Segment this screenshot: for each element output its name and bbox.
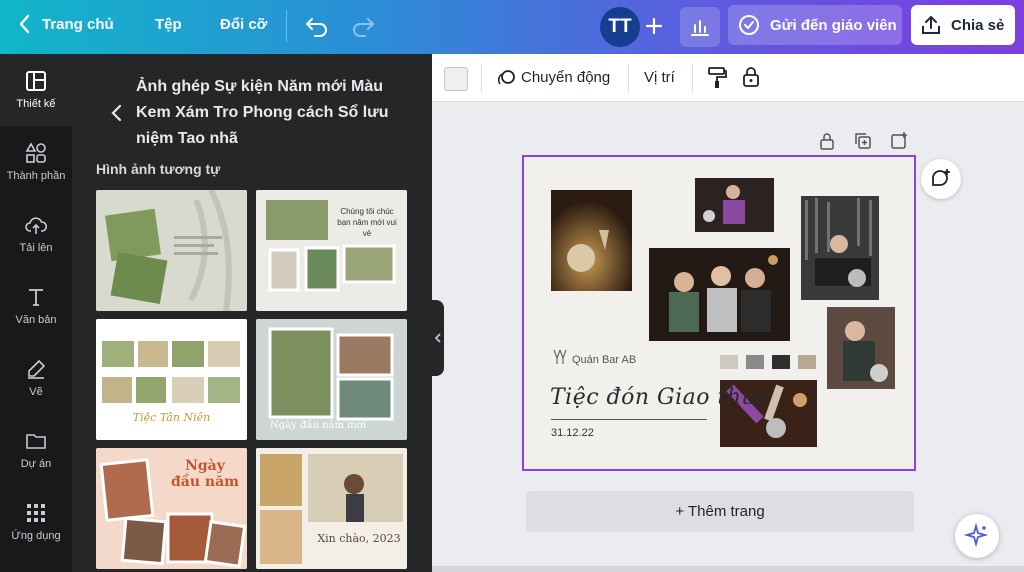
- photo-art: [827, 307, 895, 389]
- template-thumb[interactable]: Chúng tôi chúc bạn năm mới vui vẻ: [256, 190, 407, 311]
- rail-item-apps[interactable]: Ứng dụng: [0, 486, 72, 558]
- rail-label: Ứng dụng: [11, 530, 61, 542]
- home-label: Trang chủ: [42, 15, 114, 33]
- template-thumb[interactable]: Ngày đầu năm mới: [256, 319, 407, 440]
- home-button[interactable]: Trang chủ: [18, 14, 114, 34]
- thumb-caption: Chúng tôi chúc bạn năm mới vui vẻ: [337, 207, 397, 238]
- template-thumb[interactable]: [96, 190, 247, 311]
- rail-label: Thành phần: [6, 170, 66, 182]
- rail-label: Văn bản: [15, 314, 57, 326]
- photo-woman-glitter[interactable]: [801, 196, 879, 300]
- bar-chart-icon: [691, 20, 709, 36]
- add-page-button[interactable]: + Thêm trang: [526, 491, 914, 532]
- duplicate-page-icon[interactable]: [853, 131, 873, 151]
- rail-item-draw[interactable]: Vẽ: [0, 342, 72, 414]
- file-menu[interactable]: Tệp: [155, 16, 182, 33]
- photo-art: [551, 190, 632, 291]
- photo-art: [695, 178, 774, 232]
- photo-art: [649, 248, 790, 341]
- palette-swatch: [746, 355, 764, 369]
- animate-icon: [497, 70, 515, 85]
- background-color-swatch[interactable]: [444, 67, 468, 91]
- thumb-art: [96, 190, 247, 311]
- rail-label: Thiết kế: [16, 98, 56, 110]
- thumb-caption: Tiệc Tân Niên: [132, 411, 211, 424]
- animate-button[interactable]: Chuyển động: [521, 69, 610, 86]
- template-thumb[interactable]: Xin chào, 2023: [256, 448, 407, 569]
- topbar-divider: [286, 10, 287, 42]
- add-comment-button[interactable]: [921, 159, 961, 199]
- rail-item-uploads[interactable]: Tải lên: [0, 198, 72, 270]
- comment-plus-icon: [932, 169, 950, 186]
- thumb-art: [256, 448, 407, 569]
- avatar[interactable]: TT: [600, 7, 640, 47]
- rail-item-elements[interactable]: Thành phần: [0, 126, 72, 198]
- design-page[interactable]: Quán Bar AB Tiệc đón Giao thừa 31.12.22: [522, 155, 916, 471]
- thumb-caption: Ngày đầu năm: [171, 458, 239, 490]
- event-date[interactable]: 31.12.22: [551, 427, 594, 439]
- rail-label: Tải lên: [19, 242, 53, 254]
- rail-label: Dự án: [20, 458, 52, 470]
- toolbar-divider: [628, 64, 629, 92]
- folder-icon: [26, 434, 46, 449]
- top-bar: Trang chủ Tệp Đổi cỡ TT Gửi đến giáo viê…: [0, 0, 1024, 54]
- photo-disco-ball[interactable]: [551, 190, 632, 291]
- chevron-left-icon: [19, 14, 30, 34]
- lock-icon[interactable]: [741, 65, 761, 89]
- left-rail: Thiết kế Thành phần Tải lên Văn bản Vẽ D…: [0, 54, 72, 572]
- template-title: Ảnh ghép Sự kiện Năm mới Màu Kem Xám Tro…: [136, 78, 389, 147]
- cloud-upload-icon: [25, 217, 47, 234]
- magic-assistant-button[interactable]: [955, 514, 999, 558]
- rail-label: Vẽ: [29, 386, 43, 398]
- send-label: Gửi đến giáo viên: [770, 16, 897, 34]
- layout-icon: [26, 71, 46, 91]
- upload-icon: [922, 15, 940, 34]
- invite-button[interactable]: [640, 12, 668, 40]
- position-button[interactable]: Vị trí: [644, 69, 675, 86]
- event-title[interactable]: Tiệc đón Giao thừa: [550, 385, 770, 410]
- palette-swatch: [798, 355, 816, 369]
- rail-item-design[interactable]: Thiết kế: [0, 54, 72, 126]
- toolbar-divider: [692, 64, 693, 92]
- resize-button[interactable]: Đổi cỡ: [220, 16, 267, 33]
- section-label: Hình ảnh tương tự: [96, 161, 221, 177]
- venue-name[interactable]: Quán Bar AB: [572, 354, 636, 366]
- plus-icon: [646, 18, 662, 34]
- lock-page-icon[interactable]: [817, 131, 837, 151]
- thumb-caption: Ngày đầu năm mới: [270, 420, 366, 431]
- template-thumb[interactable]: Tiệc Tân Niên: [96, 319, 247, 440]
- photo-woman-sitting[interactable]: [695, 178, 774, 232]
- scrollbar-track[interactable]: [432, 566, 1024, 572]
- palette-swatch: [772, 355, 790, 369]
- palette-swatch: [720, 355, 738, 369]
- rail-item-projects[interactable]: Dự án: [0, 414, 72, 486]
- add-page-icon[interactable]: [889, 131, 909, 151]
- photo-art: [801, 196, 879, 300]
- photo-woman-drink[interactable]: [827, 307, 895, 389]
- chevron-left-icon: [434, 333, 441, 343]
- grid-icon: [27, 504, 45, 522]
- rail-item-text[interactable]: Văn bản: [0, 270, 72, 342]
- title-underline: [551, 419, 707, 420]
- text-icon: [29, 289, 43, 306]
- sparkle-icon: [964, 523, 989, 548]
- shapes-icon: [25, 142, 46, 163]
- thumb-caption: Xin chào, 2023: [317, 532, 401, 545]
- undo-icon[interactable]: [304, 13, 330, 39]
- paint-roller-icon[interactable]: [706, 66, 728, 90]
- glasses-icon: [553, 349, 567, 364]
- photo-group-party[interactable]: [649, 248, 790, 341]
- send-to-teacher-button[interactable]: Gửi đến giáo viên: [728, 5, 902, 45]
- pen-icon: [28, 359, 46, 379]
- share-button[interactable]: Chia sẻ: [911, 5, 1015, 45]
- toolbar-divider: [481, 64, 482, 92]
- check-circle-icon: [739, 15, 759, 35]
- template-thumb[interactable]: Ngày đầu năm: [96, 448, 247, 569]
- redo-icon[interactable]: [350, 13, 376, 39]
- color-palette: [720, 355, 816, 369]
- insights-button[interactable]: [680, 7, 720, 47]
- share-label: Chia sẻ: [951, 16, 1005, 34]
- collapse-panel-button[interactable]: [432, 300, 444, 376]
- chevron-left-icon[interactable]: [108, 103, 124, 123]
